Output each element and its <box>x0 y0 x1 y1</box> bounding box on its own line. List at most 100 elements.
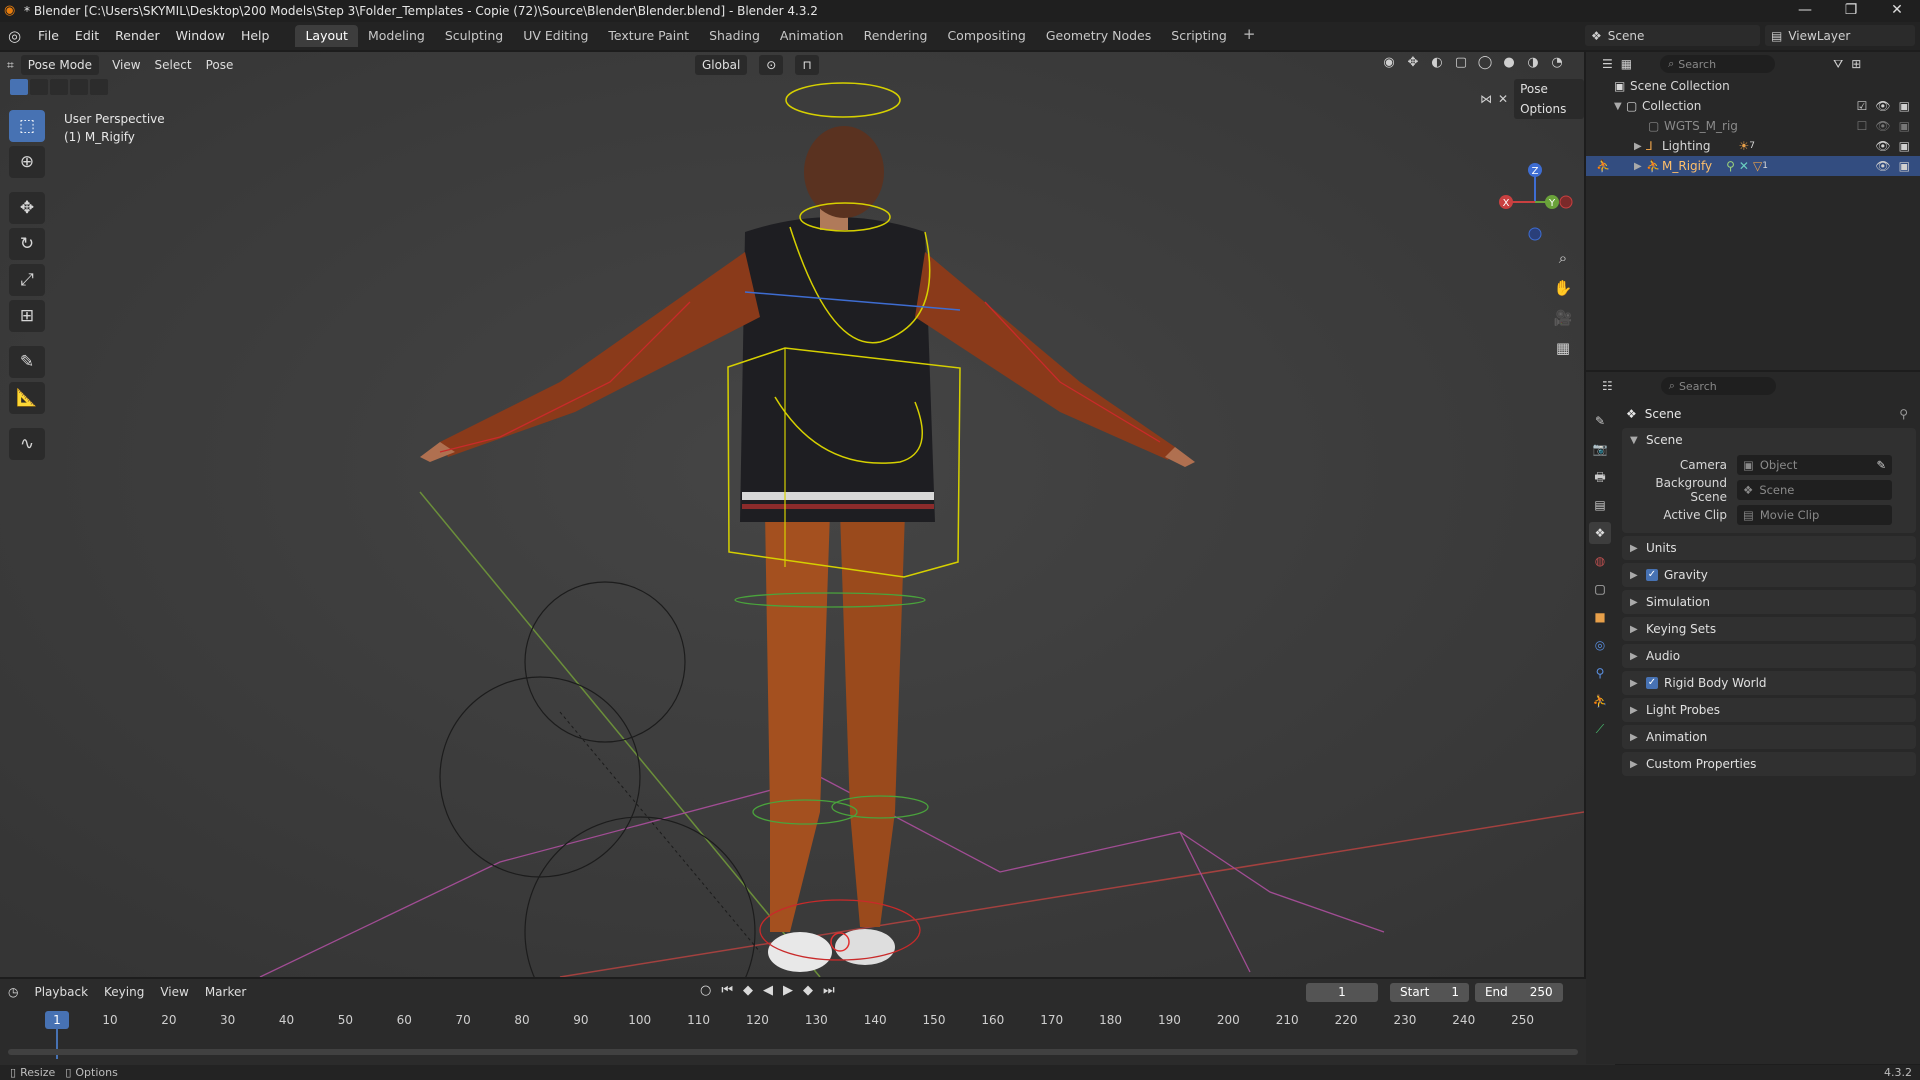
subpanel-keying-sets[interactable]: ▶ Keying Sets <box>1622 617 1916 641</box>
outliner-row-scene-collection[interactable]: ▣ Scene Collection <box>1586 76 1920 96</box>
outliner-row-wgts[interactable]: ▢ WGTS_M_rig ☐ 👁 ▣ <box>1586 116 1920 136</box>
blender-menu-icon[interactable]: ◎ <box>8 27 30 45</box>
minimize-button[interactable]: — <box>1782 0 1828 22</box>
shading-material-icon[interactable]: ◑ <box>1524 55 1542 70</box>
menu-edit[interactable]: Edit <box>67 22 107 50</box>
symmetry-icon[interactable]: ⋈ <box>1480 92 1492 106</box>
tab-geometry-nodes[interactable]: Geometry Nodes <box>1036 25 1161 47</box>
timeline-ruler[interactable]: 1 10 20 30 40 50 60 70 80 90 100 110 120 130 140 150 16… <box>8 1009 1582 1059</box>
view-layer-selector[interactable]: ▤ ViewLayer <box>1765 25 1915 46</box>
timeline-menu-playback[interactable]: Playback <box>26 985 96 999</box>
viewport-menu-view[interactable]: View <box>105 54 147 76</box>
mirror-x-icon[interactable]: ✕ <box>1498 92 1508 106</box>
add-workspace-icon[interactable]: + <box>1237 25 1262 47</box>
3d-viewport[interactable]: ⌗ Pose Mode View Select Pose Global ⊙ ⊓ … <box>0 52 1584 977</box>
visibility-icon[interactable]: ◉ <box>1380 55 1398 70</box>
subpanel-light-probes[interactable]: ▶ Light Probes <box>1622 698 1916 722</box>
timeline-menu-keying[interactable]: Keying <box>96 985 152 999</box>
outliner-row-m-rigify[interactable]: ⛹ ▶ ⛹ M_Rigify ⚲ ✕ ▽ 1 👁 ▣ <box>1586 156 1920 176</box>
bone-tab-icon[interactable]: ⟋ <box>1589 718 1611 740</box>
scene-tab-icon[interactable]: ❖ <box>1589 522 1611 544</box>
camera-input[interactable]: ▣ Object ✎ <box>1737 454 1892 475</box>
annotate-tool-icon[interactable]: ✎ <box>9 346 45 378</box>
subpanel-custom-properties[interactable]: ▶ Custom Properties <box>1622 752 1916 776</box>
viewport-menu-pose[interactable]: Pose <box>199 54 241 76</box>
subpanel-gravity[interactable]: ▶ ✓ Gravity <box>1622 563 1916 587</box>
pose-mode-icon[interactable]: ⛹ <box>1596 159 1612 173</box>
subpanel-simulation[interactable]: ▶ Simulation <box>1622 590 1916 614</box>
start-frame-field[interactable]: Start 1 <box>1390 983 1469 1002</box>
expand-chevron-icon[interactable]: ▶ <box>1634 141 1646 152</box>
snap-icon[interactable]: ⊓ <box>795 55 819 75</box>
relax-pose-tool-icon[interactable]: ∿ <box>9 428 45 460</box>
close-button[interactable]: ✕ <box>1874 0 1920 22</box>
properties-editor-icon[interactable]: ☷ <box>1602 379 1613 393</box>
armature-data-tab-icon[interactable]: ⛹ <box>1589 690 1611 712</box>
tab-layout[interactable]: Layout <box>295 25 358 47</box>
shading-wireframe-icon[interactable]: ◯ <box>1476 55 1494 70</box>
playhead[interactable]: 1 <box>45 1011 69 1029</box>
eye-icon[interactable]: 👁 <box>1875 99 1890 113</box>
select-subtract-icon[interactable] <box>50 79 68 95</box>
eye-icon[interactable]: 👁 <box>1875 159 1890 173</box>
maximize-button[interactable]: ❐ <box>1828 0 1874 22</box>
pin-icon[interactable]: ⚲ <box>1899 407 1908 421</box>
checkbox-icon[interactable]: ✓ <box>1646 677 1658 689</box>
constraints-tab-icon[interactable]: ⚲ <box>1589 662 1611 684</box>
tab-compositing[interactable]: Compositing <box>937 25 1035 47</box>
move-tool-icon[interactable]: ✥ <box>9 192 45 224</box>
scene-panel-header[interactable]: ▼ Scene <box>1622 428 1916 452</box>
menu-file[interactable]: File <box>30 22 67 50</box>
outliner-row-collection[interactable]: ▼ ▢ Collection ☑ 👁 ▣ <box>1586 96 1920 116</box>
tab-shading[interactable]: Shading <box>699 25 770 47</box>
tab-scripting[interactable]: Scripting <box>1161 25 1237 47</box>
display-mode-icon[interactable]: ▦ <box>1621 57 1632 71</box>
pivot-icon[interactable]: ⊙ <box>759 55 784 75</box>
overlay-toggle-icon[interactable]: ◐ <box>1428 55 1446 70</box>
view-layer-tab-icon[interactable]: ▤ <box>1589 494 1611 516</box>
timeline-scrollbar[interactable] <box>8 1049 1578 1055</box>
object-tab-icon[interactable]: ■ <box>1589 606 1611 628</box>
eye-icon[interactable]: 👁 <box>1875 119 1890 133</box>
viewport-menu-select[interactable]: Select <box>148 54 199 76</box>
end-frame-field[interactable]: End 250 <box>1474 983 1563 1002</box>
scale-tool-icon[interactable]: ⤢ <box>9 264 45 296</box>
timeline-editor-icon[interactable]: ◷ <box>0 985 26 999</box>
rotate-tool-icon[interactable]: ↻ <box>9 228 45 260</box>
subpanel-animation[interactable]: ▶ Animation <box>1622 725 1916 749</box>
pose-options-button[interactable]: Pose Options <box>1514 79 1584 119</box>
outliner-editor-icon[interactable]: ☰ <box>1602 57 1613 71</box>
prev-keyframe-icon[interactable]: ◆ <box>743 983 753 998</box>
pan-hand-icon[interactable]: ✋ <box>1550 276 1576 300</box>
menu-help[interactable]: Help <box>233 22 278 50</box>
checkbox-icon[interactable]: ✓ <box>1646 569 1658 581</box>
jump-start-icon[interactable]: ⏮ <box>721 983 733 998</box>
measure-tool-icon[interactable]: 📐 <box>9 382 45 414</box>
play-reverse-icon[interactable]: ◀ <box>763 983 773 998</box>
shading-rendered-icon[interactable]: ◔ <box>1548 55 1566 70</box>
cursor-tool-icon[interactable]: ⊕ <box>9 146 45 178</box>
physics-tab-icon[interactable]: ◎ <box>1589 634 1611 656</box>
tab-animation[interactable]: Animation <box>770 25 854 47</box>
tab-rendering[interactable]: Rendering <box>854 25 938 47</box>
ortho-grid-icon[interactable]: ▦ <box>1550 336 1576 360</box>
next-keyframe-icon[interactable]: ◆ <box>803 983 813 998</box>
render-tab-icon[interactable]: 📷 <box>1589 438 1611 460</box>
current-frame-field[interactable]: 1 <box>1306 983 1378 1002</box>
subpanel-units[interactable]: ▶ Units <box>1622 536 1916 560</box>
tab-modeling[interactable]: Modeling <box>358 25 435 47</box>
scene-selector[interactable]: ❖ Scene <box>1585 25 1760 46</box>
tool-tab-icon[interactable]: ✎ <box>1589 410 1611 432</box>
gizmo-toggle-icon[interactable]: ✥ <box>1404 55 1422 70</box>
shading-solid-icon[interactable]: ● <box>1500 55 1518 70</box>
menu-render[interactable]: Render <box>107 22 168 50</box>
checkbox-icon[interactable]: ☑ <box>1857 99 1868 113</box>
timeline-menu-view[interactable]: View <box>152 985 196 999</box>
properties-search-input[interactable]: ⌕ Search <box>1660 377 1776 395</box>
camera-icon[interactable]: ▣ <box>1899 99 1910 113</box>
editor-type-icon[interactable]: ⌗ <box>0 54 21 76</box>
jump-end-icon[interactable]: ⏭ <box>823 983 835 998</box>
navigation-gizmo[interactable]: Z X Y <box>1490 140 1580 250</box>
camera-icon[interactable]: ▣ <box>1899 159 1910 173</box>
new-collection-icon[interactable]: ⊞ <box>1851 57 1861 71</box>
